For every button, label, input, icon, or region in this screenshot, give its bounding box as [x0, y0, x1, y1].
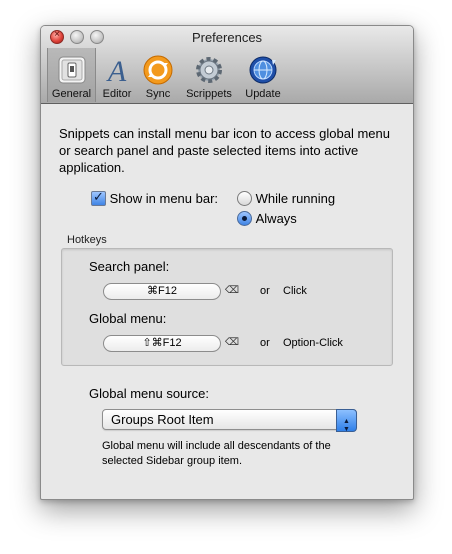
global-menu-option-click-text: Option-Click: [283, 337, 343, 349]
popup-arrows-icon: ▲ ▼: [336, 409, 357, 433]
toolbar-item-label: Update: [245, 88, 281, 100]
search-panel-click-text: Click: [283, 285, 307, 297]
global-menu-source-label: Global menu source:: [89, 386, 209, 401]
clear-hotkey-icon[interactable]: ⌫: [223, 285, 241, 297]
hotkeys-group-label: Hotkeys: [67, 234, 107, 246]
global-menu-label: Global menu:: [89, 311, 167, 326]
radio-button[interactable]: [237, 211, 252, 227]
sync-icon: [142, 54, 174, 86]
radio-button[interactable]: [237, 191, 252, 207]
svg-text:A: A: [106, 55, 127, 86]
window-title: Preferences: [191, 30, 263, 45]
toolbar-item-scrippets[interactable]: Scrippets: [181, 48, 237, 102]
or-text: or: [260, 337, 270, 349]
popup-selected-value: Groups Root Item: [111, 412, 214, 427]
or-text: or: [260, 285, 270, 297]
toolbar-item-general[interactable]: General: [47, 48, 96, 102]
show-in-menu-bar-checkbox[interactable]: [91, 189, 106, 207]
radio-always[interactable]: Always: [237, 210, 297, 227]
gears-icon: [193, 54, 225, 86]
search-panel-hotkey-field[interactable]: ⌘F12: [103, 283, 221, 300]
toolbar-item-sync[interactable]: Sync: [139, 48, 177, 102]
show-in-menu-bar-option[interactable]: Show in menu bar:: [91, 189, 219, 207]
toolbar-item-label: Editor: [102, 88, 132, 100]
radio-label: Always: [255, 211, 297, 227]
global-menu-source-popup[interactable]: Groups Root Item ▲ ▼: [102, 409, 357, 433]
toolbar-item-update[interactable]: Update: [241, 48, 285, 102]
search-panel-label: Search panel:: [89, 259, 170, 274]
clear-hotkey-icon[interactable]: ⌫: [223, 337, 241, 349]
toolbar-item-editor[interactable]: A Editor: [97, 48, 137, 102]
editor-letter-a-icon: A: [101, 54, 133, 88]
toolbar-item-label: Sync: [145, 88, 171, 100]
global-menu-source-note: Global menu will include all descendants…: [102, 440, 331, 467]
radio-label: While running: [255, 191, 336, 207]
general-switch-icon: [56, 54, 88, 86]
toolbar-item-label: Scrippets: [186, 88, 232, 100]
description-text: Snippets can install menu bar icon to ac…: [59, 126, 390, 175]
toolbar-item-label: General: [51, 88, 92, 100]
show-in-menu-bar-label: Show in menu bar:: [109, 191, 219, 207]
toolbar: × Preferences General A Editor Sync Scri…: [41, 26, 413, 104]
preferences-window: × Preferences General A Editor Sync Scri…: [40, 25, 414, 500]
global-menu-hotkey-field[interactable]: ⇧⌘F12: [103, 335, 221, 352]
update-globe-icon: [247, 54, 279, 86]
radio-while-running[interactable]: While running: [237, 190, 336, 207]
